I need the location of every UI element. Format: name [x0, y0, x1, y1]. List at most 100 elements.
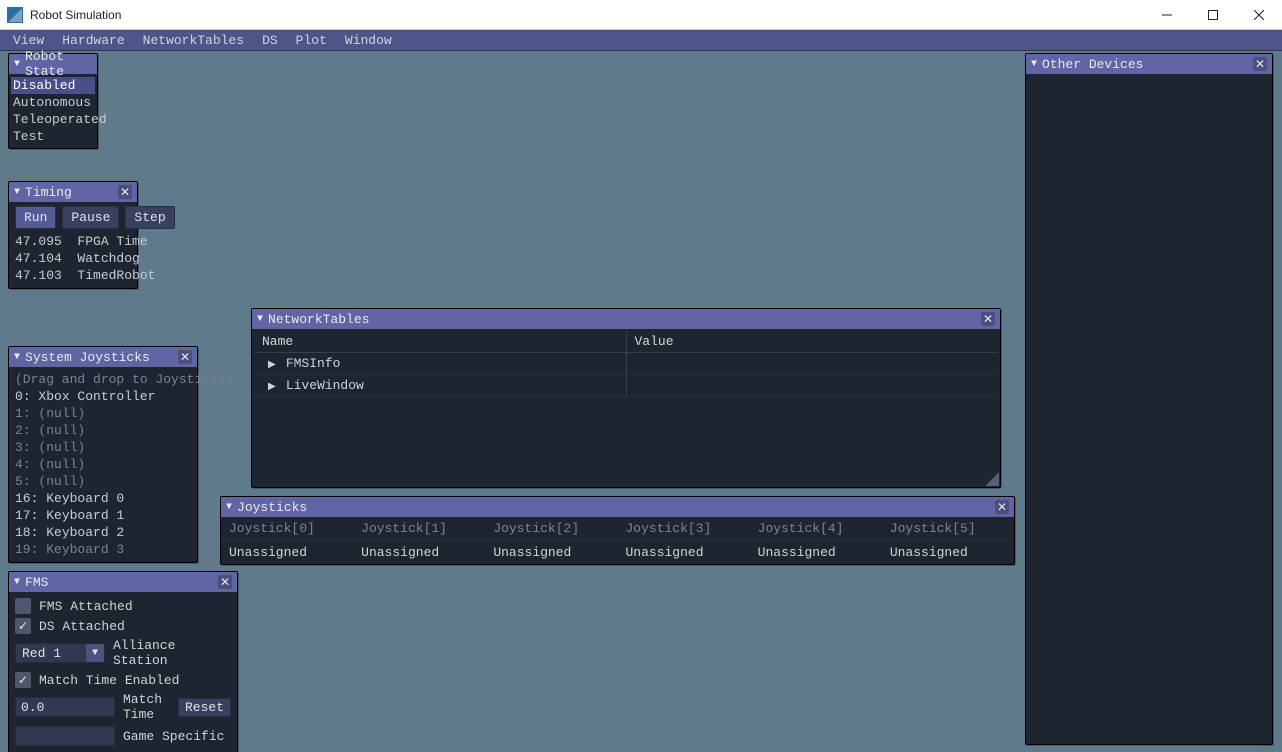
menu-hardware[interactable]: Hardware — [53, 31, 133, 50]
panel-title-label: Timing — [25, 185, 113, 200]
collapse-icon: ▼ — [257, 314, 263, 325]
menu-bar: View Hardware NetworkTables DS Plot Wind… — [0, 30, 1282, 51]
chevron-down-icon: ▼ — [86, 644, 104, 662]
collapse-icon: ▼ — [14, 577, 20, 588]
system-joystick-entry[interactable]: 19: Keyboard 3 — [15, 541, 191, 558]
nt-row[interactable]: ▶ LiveWindow — [254, 375, 998, 397]
collapse-icon: ▼ — [226, 502, 232, 513]
joystick-header[interactable]: Joystick[4] — [750, 517, 882, 541]
timing-row: 47.095 FPGA Time — [15, 233, 131, 250]
mode-test[interactable]: Test — [11, 128, 95, 145]
alliance-value: Red 1 — [16, 646, 86, 661]
window-titlebar: Robot Simulation — [0, 0, 1282, 30]
panel-fms[interactable]: ▼ FMS ✕ ✓ FMS Attached ✓ DS Attached Red… — [8, 571, 238, 752]
panel-robot-state[interactable]: ▼ Robot State Disabled Autonomous Teleop… — [8, 53, 98, 149]
reset-button[interactable]: Reset — [178, 698, 231, 717]
match-time-label: Match Time — [123, 692, 170, 722]
system-joystick-entry[interactable]: 4: (null) — [15, 456, 191, 473]
panel-system-joysticks[interactable]: ▼ System Joysticks ✕ (Drag and drop to J… — [8, 346, 198, 563]
joystick-value: Unassigned — [353, 541, 485, 564]
resize-grip[interactable] — [985, 472, 999, 486]
collapse-icon: ▼ — [14, 59, 20, 70]
match-time-enabled-label: Match Time Enabled — [39, 673, 179, 688]
step-button[interactable]: Step — [125, 206, 174, 229]
expand-icon: ▶ — [268, 381, 278, 393]
close-icon[interactable]: ✕ — [981, 312, 995, 326]
panel-joysticks-title[interactable]: ▼ Joysticks ✕ — [221, 497, 1014, 517]
panel-robot-state-title[interactable]: ▼ Robot State — [9, 54, 97, 74]
menu-window[interactable]: Window — [336, 31, 401, 50]
joystick-value: Unassigned — [485, 541, 617, 564]
workspace: ▼ Robot State Disabled Autonomous Teleop… — [0, 51, 1282, 752]
panel-other-devices[interactable]: ▼ Other Devices ✕ — [1025, 53, 1273, 745]
match-time-enabled-checkbox[interactable]: ✓ — [15, 672, 31, 688]
network-tables-table: Name Value ▶ FMSInfo ▶ LiveWindow — [254, 331, 998, 397]
minimize-button[interactable] — [1144, 0, 1190, 30]
system-joystick-entry[interactable]: 16: Keyboard 0 — [15, 490, 191, 507]
panel-title-label: FMS — [25, 575, 213, 590]
collapse-icon: ▼ — [14, 352, 20, 363]
timing-row: 47.104 Watchdog — [15, 250, 131, 267]
col-name[interactable]: Name — [254, 331, 626, 353]
system-joystick-entry[interactable]: 17: Keyboard 1 — [15, 507, 191, 524]
run-button[interactable]: Run — [15, 206, 56, 229]
maximize-button[interactable] — [1190, 0, 1236, 30]
panel-network-tables[interactable]: ▼ NetworkTables ✕ Name Value ▶ FMSInfo ▶… — [251, 308, 1001, 488]
system-joystick-entry[interactable]: 18: Keyboard 2 — [15, 524, 191, 541]
menu-networktables[interactable]: NetworkTables — [134, 31, 253, 50]
mode-teleoperated[interactable]: Teleoperated — [11, 111, 95, 128]
pause-button[interactable]: Pause — [62, 206, 119, 229]
panel-title-label: NetworkTables — [268, 312, 976, 327]
alliance-select[interactable]: Red 1 ▼ — [15, 643, 105, 663]
ds-attached-checkbox[interactable]: ✓ — [15, 618, 31, 634]
game-specific-label: Game Specific — [123, 729, 224, 744]
system-joystick-entry[interactable]: 2: (null) — [15, 422, 191, 439]
collapse-icon: ▼ — [1031, 59, 1037, 70]
panel-network-tables-title[interactable]: ▼ NetworkTables ✕ — [252, 309, 1000, 329]
mode-autonomous[interactable]: Autonomous — [11, 94, 95, 111]
fms-attached-checkbox[interactable]: ✓ — [15, 598, 31, 614]
panel-other-devices-title[interactable]: ▼ Other Devices ✕ — [1026, 54, 1272, 74]
close-button[interactable] — [1236, 0, 1282, 30]
panel-title-label: System Joysticks — [25, 350, 173, 365]
system-joystick-entry[interactable]: 5: (null) — [15, 473, 191, 490]
menu-view[interactable]: View — [4, 31, 53, 50]
joystick-header[interactable]: Joystick[3] — [618, 517, 750, 541]
system-joystick-entry[interactable]: 1: (null) — [15, 405, 191, 422]
joystick-value: Unassigned — [882, 541, 1014, 564]
panel-timing-title[interactable]: ▼ Timing ✕ — [9, 182, 137, 202]
system-joystick-entry[interactable]: 3: (null) — [15, 439, 191, 456]
joystick-header[interactable]: Joystick[2] — [485, 517, 617, 541]
close-icon[interactable]: ✕ — [118, 185, 132, 199]
system-joystick-entry[interactable]: 0: Xbox Controller — [15, 388, 191, 405]
panel-title-label: Other Devices — [1042, 57, 1248, 72]
close-icon[interactable]: ✕ — [178, 350, 192, 364]
mode-disabled[interactable]: Disabled — [11, 77, 95, 94]
panel-timing[interactable]: ▼ Timing ✕ Run Pause Step 47.095 FPGA Ti… — [8, 181, 138, 289]
close-icon[interactable]: ✕ — [218, 575, 232, 589]
joystick-header[interactable]: Joystick[0] — [221, 517, 353, 541]
menu-ds[interactable]: DS — [253, 31, 287, 50]
window-title: Robot Simulation — [30, 8, 121, 22]
joystick-value: Unassigned — [618, 541, 750, 564]
panel-joysticks[interactable]: ▼ Joysticks ✕ Joystick[0] Joystick[1] Jo… — [220, 496, 1015, 565]
timing-row: 47.103 TimedRobot — [15, 267, 131, 284]
app-icon — [7, 7, 23, 23]
col-value[interactable]: Value — [626, 331, 998, 353]
fms-attached-label: FMS Attached — [39, 599, 133, 614]
game-specific-input[interactable] — [15, 726, 115, 746]
menu-plot[interactable]: Plot — [287, 31, 336, 50]
panel-fms-title[interactable]: ▼ FMS ✕ — [9, 572, 237, 592]
panel-system-joysticks-title[interactable]: ▼ System Joysticks ✕ — [9, 347, 197, 367]
joystick-header[interactable]: Joystick[1] — [353, 517, 485, 541]
joystick-header[interactable]: Joystick[5] — [882, 517, 1014, 541]
ds-attached-label: DS Attached — [39, 619, 125, 634]
panel-title-label: Joysticks — [237, 500, 990, 515]
match-time-input[interactable] — [15, 697, 115, 717]
hint-label: (Drag and drop to Joysticks) — [15, 371, 191, 388]
collapse-icon: ▼ — [14, 187, 20, 198]
close-icon[interactable]: ✕ — [1253, 57, 1267, 71]
nt-row[interactable]: ▶ FMSInfo — [254, 353, 998, 375]
close-icon[interactable]: ✕ — [995, 500, 1009, 514]
joystick-value: Unassigned — [221, 541, 353, 564]
